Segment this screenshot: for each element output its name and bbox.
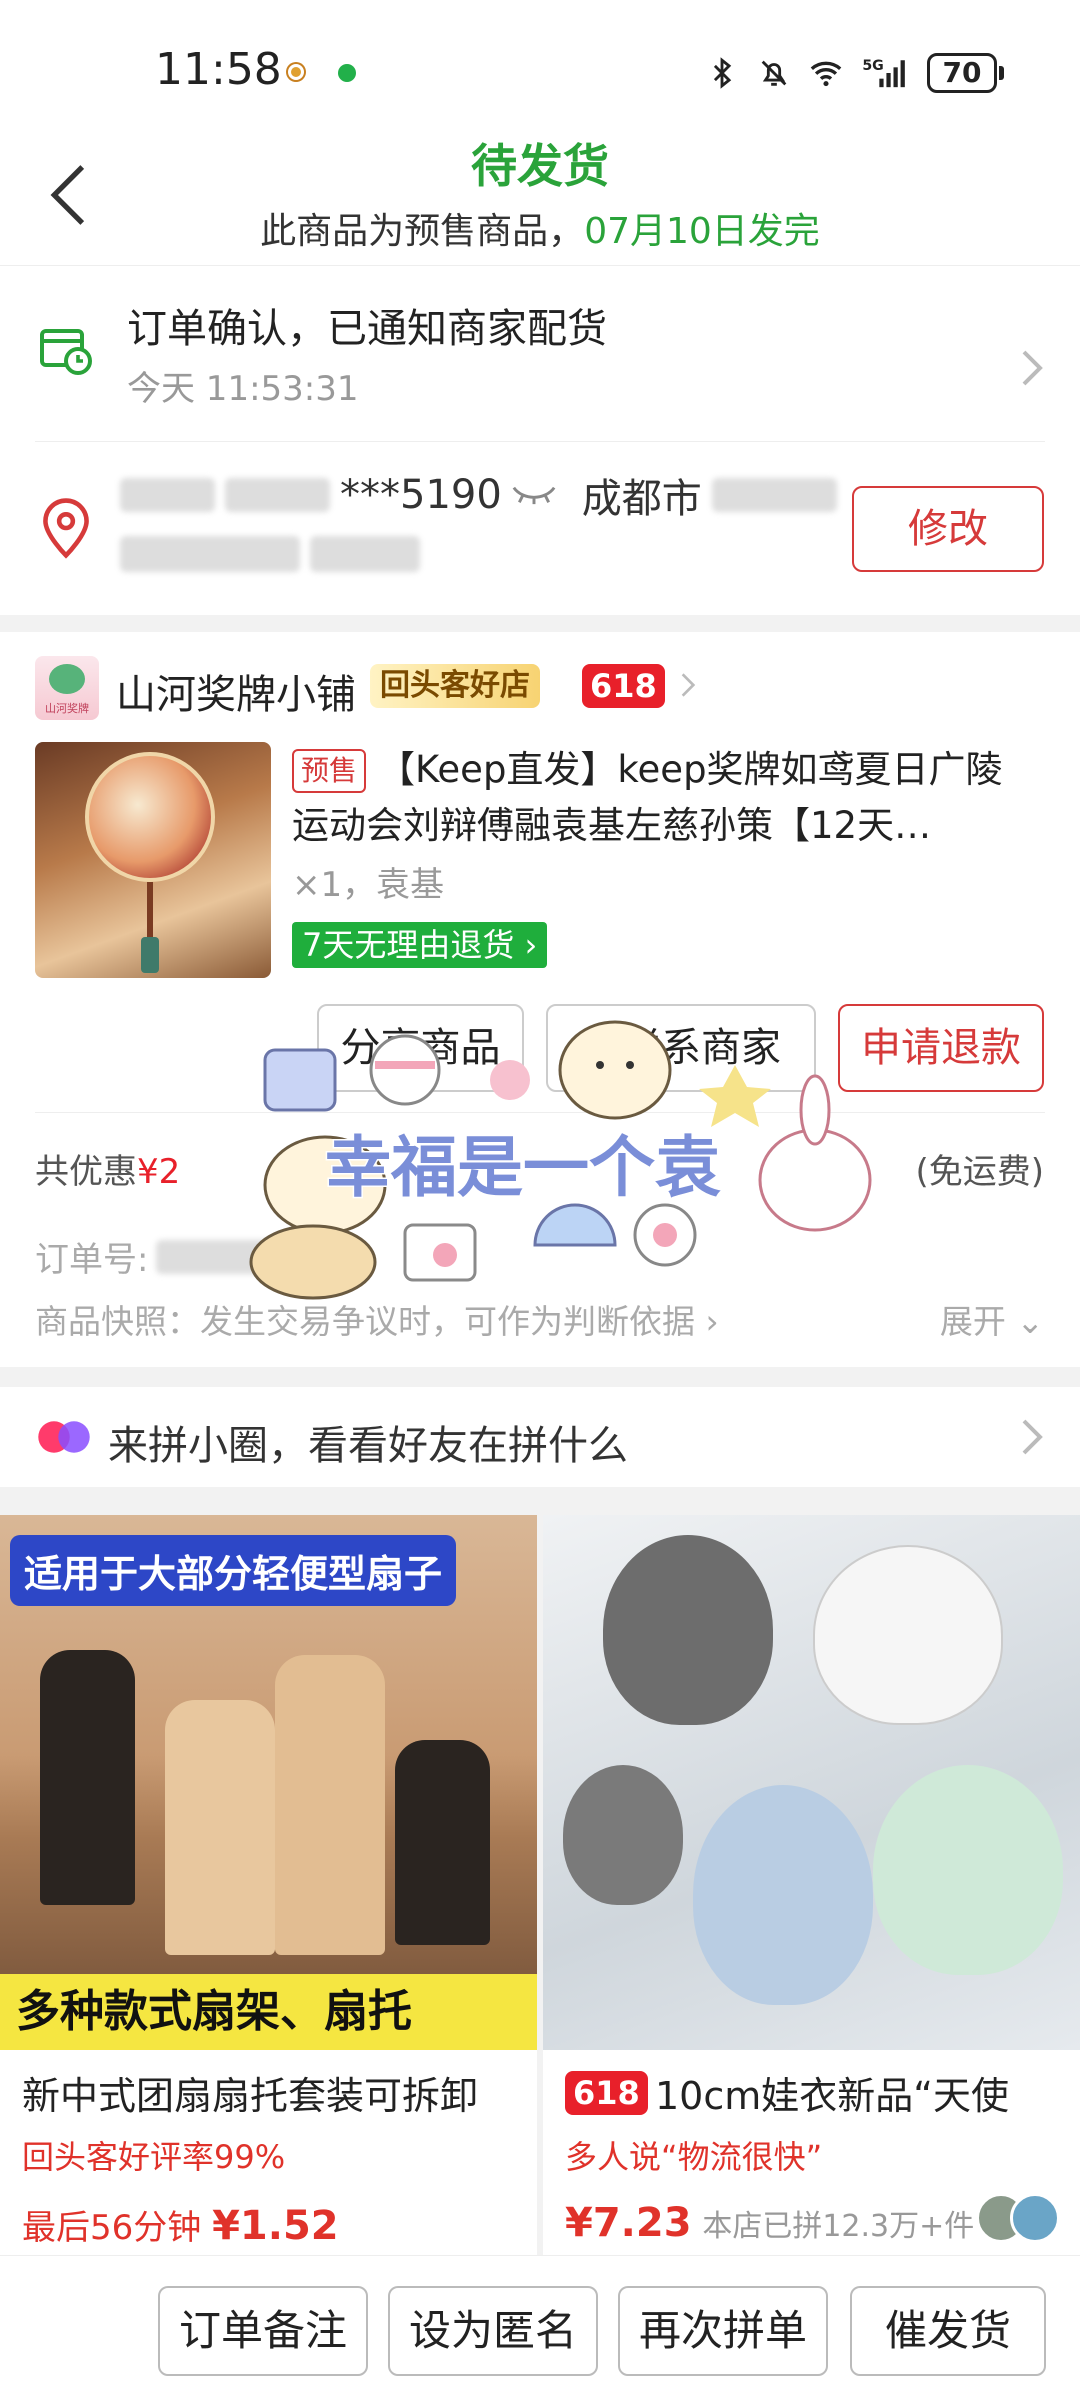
recommend-note: 回头客好评率99% (22, 2138, 286, 2176)
divider (35, 441, 1045, 442)
product-title[interactable]: 【Keep直发】keep奖牌如鸢夏日广陵运动会刘辩傅融袁基左慈孙策【12天… (292, 742, 1037, 854)
status-icons: 5G 70 (705, 48, 1004, 98)
expand-label: 展开 (939, 1302, 1006, 1341)
recommend-name: 10cm娃衣新品“天使 (655, 2074, 1009, 2118)
shop-logo-text: 山河奖牌 (45, 702, 89, 715)
countdown-label: 最后56分钟 (22, 2208, 202, 2248)
order-number-row: 订单号: (35, 1232, 337, 1281)
contact-seller-label: 联系商家 (621, 1025, 781, 1071)
freight-info: (免运费) (915, 1152, 1044, 1192)
tracking-status[interactable]: 订单确认，已通知商家配货 (127, 296, 607, 354)
repeat-customer-badge: 回头客好店 (370, 664, 540, 708)
discount-summary: 共优惠¥2 (35, 1144, 180, 1193)
snapshot-text: 商品快照：发生交易争议时，可作为判断依据 (35, 1302, 695, 1341)
product-thumbnail[interactable] (35, 742, 271, 978)
battery-icon: 70 (927, 53, 1004, 93)
district-masked (711, 478, 837, 512)
friend-circle-bar[interactable]: 来拼小圈，看看好友在拼什么 (0, 1387, 1080, 1487)
wechat-notification-icon (338, 64, 356, 82)
order-note-button[interactable]: 订单备注 (158, 2286, 368, 2376)
expand-toggle[interactable]: 展开 ⌄ (940, 1295, 1044, 1343)
rebuy-button[interactable]: 再次拼单 (618, 2286, 828, 2376)
chat-icon (569, 1033, 603, 1067)
recommend-note: 多人说“物流很快” (565, 2138, 823, 2176)
tracking-time: 今天 11:53:31 (127, 369, 359, 409)
mute-bell-icon (761, 60, 787, 86)
svg-text:5G: 5G (862, 58, 883, 74)
discount-label: 共优惠 (35, 1152, 137, 1192)
snapshot-link[interactable]: 商品快照：发生交易争议时，可作为判断依据 › (35, 1295, 719, 1343)
set-anonymous-button[interactable]: 设为匿名 (388, 2286, 598, 2376)
page-header: 待发货 此商品为预售商品，07月10日发完 (0, 130, 1080, 265)
sold-count: 本店已拼12.3万+件 (702, 2209, 975, 2244)
recommend-price: 最后56分钟 ¥1.52 (22, 2200, 339, 2249)
receiver-phone: ***5190 (340, 472, 502, 518)
order-status-card: 订单确认，已通知商家配货 今天 11:53:31 ***5190 成都市 修改 (0, 265, 1080, 615)
receiver-name-masked (120, 478, 215, 512)
discount-value: ¥2 (137, 1152, 181, 1192)
receiver-city: 成都市 (581, 476, 702, 522)
shop-logo[interactable]: 山河奖牌 (35, 656, 99, 720)
location-pin-icon (43, 498, 89, 559)
modify-address-button[interactable]: 修改 (852, 486, 1044, 572)
promo-618-tag: 618 (565, 2071, 648, 2115)
product-spec: ×1，袁基 (292, 865, 445, 905)
wifi-icon (810, 61, 842, 87)
recommend-name: 新中式团扇扇托套装可拆卸 (22, 2074, 479, 2118)
avatar (1010, 2193, 1060, 2243)
urge-shipping-button[interactable]: 催发货 (850, 2286, 1046, 2376)
share-product-button[interactable]: 分享商品 (317, 1004, 524, 1092)
divider (35, 1112, 1045, 1113)
price-value: ¥7.23 (565, 2200, 692, 2246)
ship-date: 07月10日发完 (584, 211, 820, 252)
status-bar: 11:58 5G 70 (0, 0, 1080, 130)
chevron-right-icon[interactable] (1020, 348, 1044, 388)
bottom-action-bar: 订单备注 设为匿名 再次拼单 催发货 (0, 2255, 1080, 2400)
return-policy-label: 7天无理由退货 (302, 926, 515, 964)
return-policy-tag: 7天无理由退货 › (292, 922, 548, 968)
chevron-right-icon[interactable] (680, 670, 696, 700)
recommend-image-caption: 多种款式扇架、扇托 (0, 1974, 537, 2050)
signal-5g-icon: 5G (862, 58, 905, 88)
request-refund-button[interactable]: 申请退款 (838, 1004, 1044, 1092)
eye-closed-icon[interactable] (512, 484, 556, 506)
order-number-label: 订单号: (35, 1240, 149, 1280)
recommend-banner: 适用于大部分轻便型扇子 (10, 1535, 457, 1606)
phone-prefix-masked (225, 478, 330, 512)
buyer-avatars (976, 2193, 1060, 2243)
presale-notice-text: 此商品为预售商品， (260, 211, 585, 252)
recommend-image[interactable] (543, 1515, 1080, 2050)
price-value: ¥1.52 (212, 2203, 339, 2249)
presale-tag: 预售 (292, 749, 366, 793)
circle-logo-icon (38, 1421, 90, 1453)
recommend-price: ¥7.23 本店已拼12.3万+件 (565, 2200, 974, 2246)
recommend-card[interactable]: 618 10cm娃衣新品“天使 多人说“物流很快” ¥7.23 本店已拼12.3… (543, 1515, 1080, 2255)
truck-clock-icon (40, 329, 92, 375)
order-number-masked (156, 1239, 337, 1274)
address-detail-masked (120, 536, 420, 572)
contact-seller-button[interactable]: 联系商家 (546, 1004, 816, 1092)
recommend-image[interactable]: 适用于大部分轻便型扇子 多种款式扇架、扇托 (0, 1515, 537, 2050)
order-product-card: 山河奖牌 山河奖牌小铺 回头客好店 618 【Keep直发】keep奖牌如鸢夏日… (0, 632, 1080, 1367)
status-time: 11:58 (155, 44, 282, 95)
shop-name[interactable]: 山河奖牌小铺 (116, 662, 356, 720)
page-title: 待发货 (471, 139, 609, 193)
notification-app-icon (288, 64, 304, 80)
chevron-right-icon[interactable] (1020, 1417, 1044, 1457)
battery-level: 70 (927, 53, 997, 93)
promo-618-tag: 618 (582, 664, 665, 708)
presale-notice: 此商品为预售商品，07月10日发完 (0, 202, 1080, 254)
bluetooth-icon (713, 57, 732, 89)
friend-circle-text: 来拼小圈，看看好友在拼什么 (108, 1423, 628, 1469)
receiver-line: ***5190 成都市 (120, 466, 837, 524)
recommend-card[interactable]: 适用于大部分轻便型扇子 多种款式扇架、扇托 新中式团扇扇托套装可拆卸 回头客好评… (0, 1515, 537, 2255)
